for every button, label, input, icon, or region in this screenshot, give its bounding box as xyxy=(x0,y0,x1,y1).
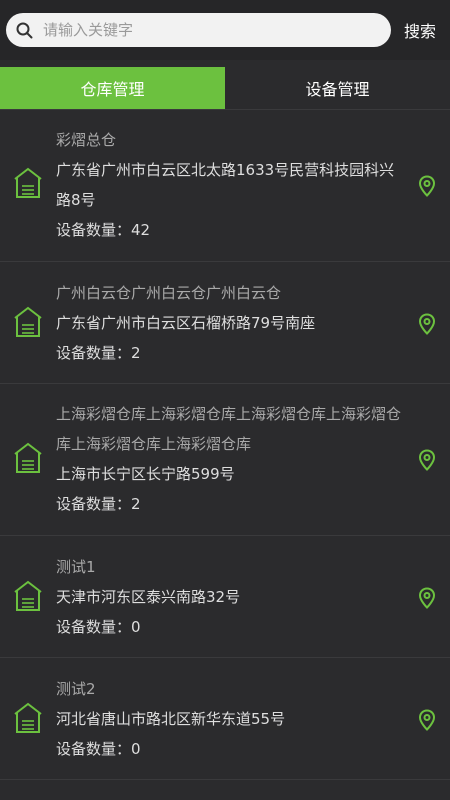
warehouse-icon xyxy=(14,580,42,611)
tab-device-management[interactable]: 设备管理 xyxy=(225,67,450,109)
warehouse-address: 广东省广州市白云区北太路1633号民营科技园科兴路8号 xyxy=(56,161,395,209)
search-button[interactable]: 搜索 xyxy=(404,18,436,42)
warehouse-address: 天津市河东区泰兴南路32号 xyxy=(56,588,241,606)
device-count: 设备数量：0 xyxy=(56,618,141,636)
list-item[interactable]: 彩熠总仓 广东省广州市白云区北太路1633号民营科技园科兴路8号 设备数量：42 xyxy=(0,110,450,262)
warehouse-icon xyxy=(14,442,42,473)
warehouse-list: 彩熠总仓 广东省广州市白云区北太路1633号民营科技园科兴路8号 设备数量：42… xyxy=(0,110,450,780)
list-item[interactable]: 测试2 河北省唐山市路北区新华东道55号 设备数量：0 xyxy=(0,658,450,780)
warehouse-name: 测试1 xyxy=(56,558,96,576)
warehouse-name: 上海彩熠仓库上海彩熠仓库上海彩熠仓库上海彩熠仓库上海彩熠仓库上海彩熠仓库 xyxy=(56,405,402,453)
tab-warehouse-management[interactable]: 仓库管理 xyxy=(0,67,225,109)
location-pin-icon[interactable] xyxy=(418,449,436,471)
warehouse-icon xyxy=(14,702,42,733)
location-pin-icon[interactable] xyxy=(418,313,436,335)
top-bar: 搜索 xyxy=(0,0,450,60)
list-item[interactable]: 上海彩熠仓库上海彩熠仓库上海彩熠仓库上海彩熠仓库上海彩熠仓库上海彩熠仓库 上海市… xyxy=(0,384,450,536)
warehouse-name: 广州白云仓广州白云仓广州白云仓 xyxy=(56,284,282,302)
warehouse-name: 测试2 xyxy=(56,680,96,698)
tab-bar: 仓库管理 设备管理 xyxy=(0,67,450,110)
search-box[interactable] xyxy=(6,13,391,47)
location-pin-icon[interactable] xyxy=(418,587,436,609)
warehouse-address: 上海市长宁区长宁路599号 xyxy=(56,465,235,483)
warehouse-name: 彩熠总仓 xyxy=(56,131,117,149)
list-item[interactable]: 测试1 天津市河东区泰兴南路32号 设备数量：0 xyxy=(0,536,450,658)
search-icon xyxy=(16,22,33,38)
warehouse-address: 广东省广州市白云区石榴桥路79号南座 xyxy=(56,314,316,332)
warehouse-icon xyxy=(14,306,42,337)
location-pin-icon[interactable] xyxy=(418,709,436,731)
device-count: 设备数量：2 xyxy=(56,344,141,362)
list-item[interactable]: 广州白云仓广州白云仓广州白云仓 广东省广州市白云区石榴桥路79号南座 设备数量：… xyxy=(0,262,450,384)
search-input[interactable] xyxy=(41,20,365,40)
device-count: 设备数量：2 xyxy=(56,495,141,513)
warehouse-address: 河北省唐山市路北区新华东道55号 xyxy=(56,710,286,728)
warehouse-icon xyxy=(14,167,42,198)
device-count: 设备数量：42 xyxy=(56,221,151,239)
device-count: 设备数量：0 xyxy=(56,740,141,758)
location-pin-icon[interactable] xyxy=(418,175,436,197)
